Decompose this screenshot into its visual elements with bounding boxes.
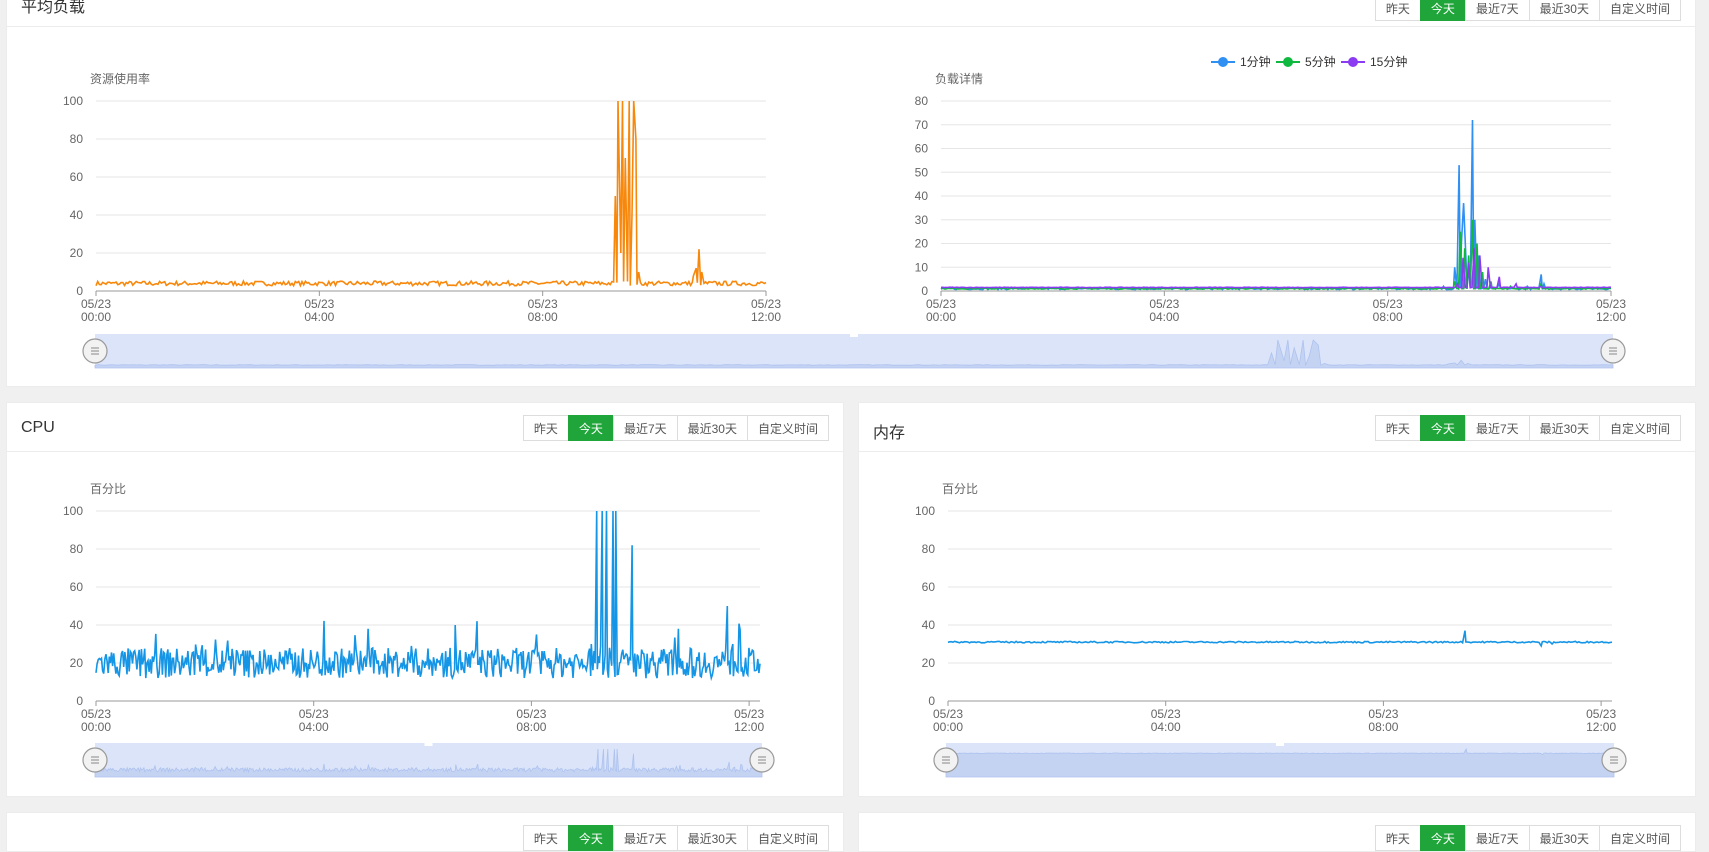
cpu-ytick: 20	[70, 656, 84, 670]
legend-marker-0	[1218, 57, 1228, 67]
memory-xtick-date: 05/23	[1151, 707, 1181, 721]
load-usage-xtick-date: 05/23	[751, 297, 781, 311]
cpu-xtick-date: 05/23	[299, 707, 329, 721]
cpu-xtick-time: 12:00	[734, 720, 764, 734]
range-button-2[interactable]: 最近7天	[1464, 825, 1529, 851]
zoom-move-handle[interactable]	[850, 334, 858, 337]
memory-ytick: 80	[922, 542, 936, 556]
cpu-ytick: 40	[70, 618, 84, 632]
cpu-ytick: 60	[70, 580, 84, 594]
memory-ytick: 40	[922, 618, 936, 632]
load-usage-xtick-date: 05/23	[528, 297, 558, 311]
load-detail-series-1	[940, 219, 1612, 291]
memory-xtick-time: 08:00	[1368, 720, 1398, 734]
load-usage-ytick: 20	[70, 246, 84, 260]
range-button-3[interactable]: 最近30天	[1528, 825, 1599, 851]
cpu-ytick: 80	[70, 542, 84, 556]
load-detail-ytick: 70	[915, 118, 929, 132]
cpu-xtick-time: 00:00	[81, 720, 111, 734]
load-detail-ytick: 0	[921, 284, 928, 298]
memory-xtick-time: 00:00	[933, 720, 963, 734]
range-button-1[interactable]: 今天	[567, 825, 613, 851]
load-detail-xtick-date: 05/23	[926, 297, 956, 311]
zoom-move-handle[interactable]	[1276, 743, 1284, 746]
memory-xtick-date: 05/23	[933, 707, 963, 721]
load-detail-xtick-date: 05/23	[1149, 297, 1179, 311]
cpu-ytick: 0	[76, 694, 83, 708]
load-usage-ytick: 100	[63, 94, 83, 108]
load-detail-ytick: 40	[915, 189, 929, 203]
legend-marker-1	[1283, 57, 1293, 67]
cpu-xtick-date: 05/23	[516, 707, 546, 721]
load-detail-ytick: 60	[915, 142, 929, 156]
range-button-0[interactable]: 昨天	[1374, 825, 1420, 851]
memory-xtick-date: 05/23	[1586, 707, 1616, 721]
load-detail-xtick-time: 00:00	[926, 310, 956, 324]
load-usage-xtick-date: 05/23	[304, 297, 334, 311]
memory-ytick: 20	[922, 656, 936, 670]
load-detail-ytick: 30	[915, 213, 929, 227]
load-detail-chart: 负载详情0102030405060708005/2300:0005/2304:0…	[915, 54, 1627, 324]
cpu-xtick-time: 04:00	[299, 720, 329, 734]
cpu-chart: 百分比02040608010005/2300:0005/2304:0005/23…	[63, 482, 775, 778]
load-detail-ytick: 80	[915, 94, 929, 108]
memory-xtick-time: 12:00	[1586, 720, 1616, 734]
legend-marker-2	[1348, 57, 1358, 67]
load-detail-ytick: 20	[915, 237, 929, 251]
load-detail-xtick-time: 04:00	[1149, 310, 1179, 324]
load-detail-xtick-time: 12:00	[1596, 310, 1626, 324]
cpu-ylabel: 百分比	[90, 482, 126, 496]
load-detail-xtick-time: 08:00	[1373, 310, 1403, 324]
memory-ytick: 60	[922, 580, 936, 594]
load-usage-ytick: 60	[70, 170, 84, 184]
load-detail-ytick: 10	[915, 260, 929, 274]
load-detail-series-2	[940, 248, 1612, 289]
load-usage-zoom-slider[interactable]	[82, 334, 1626, 369]
cpu-xtick-date: 05/23	[81, 707, 111, 721]
load-usage-xtick-time: 08:00	[528, 310, 558, 324]
memory-ytick: 0	[928, 694, 935, 708]
zoom-move-handle[interactable]	[424, 743, 433, 746]
load-usage-xtick-time: 04:00	[304, 310, 334, 324]
load-detail-ytick: 50	[915, 165, 929, 179]
load-detail-xtick-date: 05/23	[1596, 297, 1626, 311]
legend-label-1: 5分钟	[1305, 54, 1336, 69]
bottom-left-range-buttons: 昨天 今天 最近7天 最近30天 自定义时间	[522, 825, 829, 851]
legend-label-0: 1分钟	[1240, 54, 1271, 69]
load-usage-ytick: 40	[70, 208, 84, 222]
range-button-4[interactable]: 自定义时间	[1598, 825, 1681, 851]
memory-chart: 百分比02040608010005/2300:0005/2304:0005/23…	[915, 482, 1627, 778]
cpu-xtick-time: 08:00	[516, 720, 546, 734]
memory-series-0	[947, 630, 1613, 648]
zoom-preview	[945, 747, 1615, 778]
cpu-series-0	[95, 510, 761, 682]
load-usage-xtick-date: 05/23	[81, 297, 111, 311]
range-button-3[interactable]: 最近30天	[676, 825, 747, 851]
load-detail-series-0	[940, 119, 1612, 291]
load-usage-ytick: 80	[70, 132, 84, 146]
charts-layer: 资源使用率02040608010005/2300:0005/2304:0005/…	[63, 54, 1627, 778]
zoom-track[interactable]	[95, 334, 1613, 368]
memory-zoom-slider[interactable]	[933, 743, 1627, 778]
legend-label-2: 15分钟	[1370, 54, 1407, 69]
load-usage-xtick-time: 12:00	[751, 310, 781, 324]
cpu-ytick: 100	[63, 504, 83, 518]
load-usage-series-0	[95, 100, 767, 288]
load-usage-xtick-time: 00:00	[81, 310, 111, 324]
cpu-xtick-date: 05/23	[734, 707, 764, 721]
load-usage-ylabel: 资源使用率	[90, 71, 150, 86]
memory-ytick: 100	[915, 504, 935, 518]
bottom-right-range-buttons: 昨天 今天 最近7天 最近30天 自定义时间	[1374, 825, 1681, 851]
memory-ylabel: 百分比	[942, 482, 978, 496]
range-button-2[interactable]: 最近7天	[612, 825, 677, 851]
load-detail-xtick-date: 05/23	[1373, 297, 1403, 311]
range-button-4[interactable]: 自定义时间	[746, 825, 829, 851]
range-button-1[interactable]: 今天	[1419, 825, 1465, 851]
load-usage-ytick: 0	[76, 284, 83, 298]
load-detail-ylabel: 负载详情	[935, 71, 983, 86]
memory-xtick-time: 04:00	[1151, 720, 1181, 734]
range-button-0[interactable]: 昨天	[522, 825, 568, 851]
memory-xtick-date: 05/23	[1368, 707, 1398, 721]
cpu-zoom-slider[interactable]	[82, 743, 775, 778]
